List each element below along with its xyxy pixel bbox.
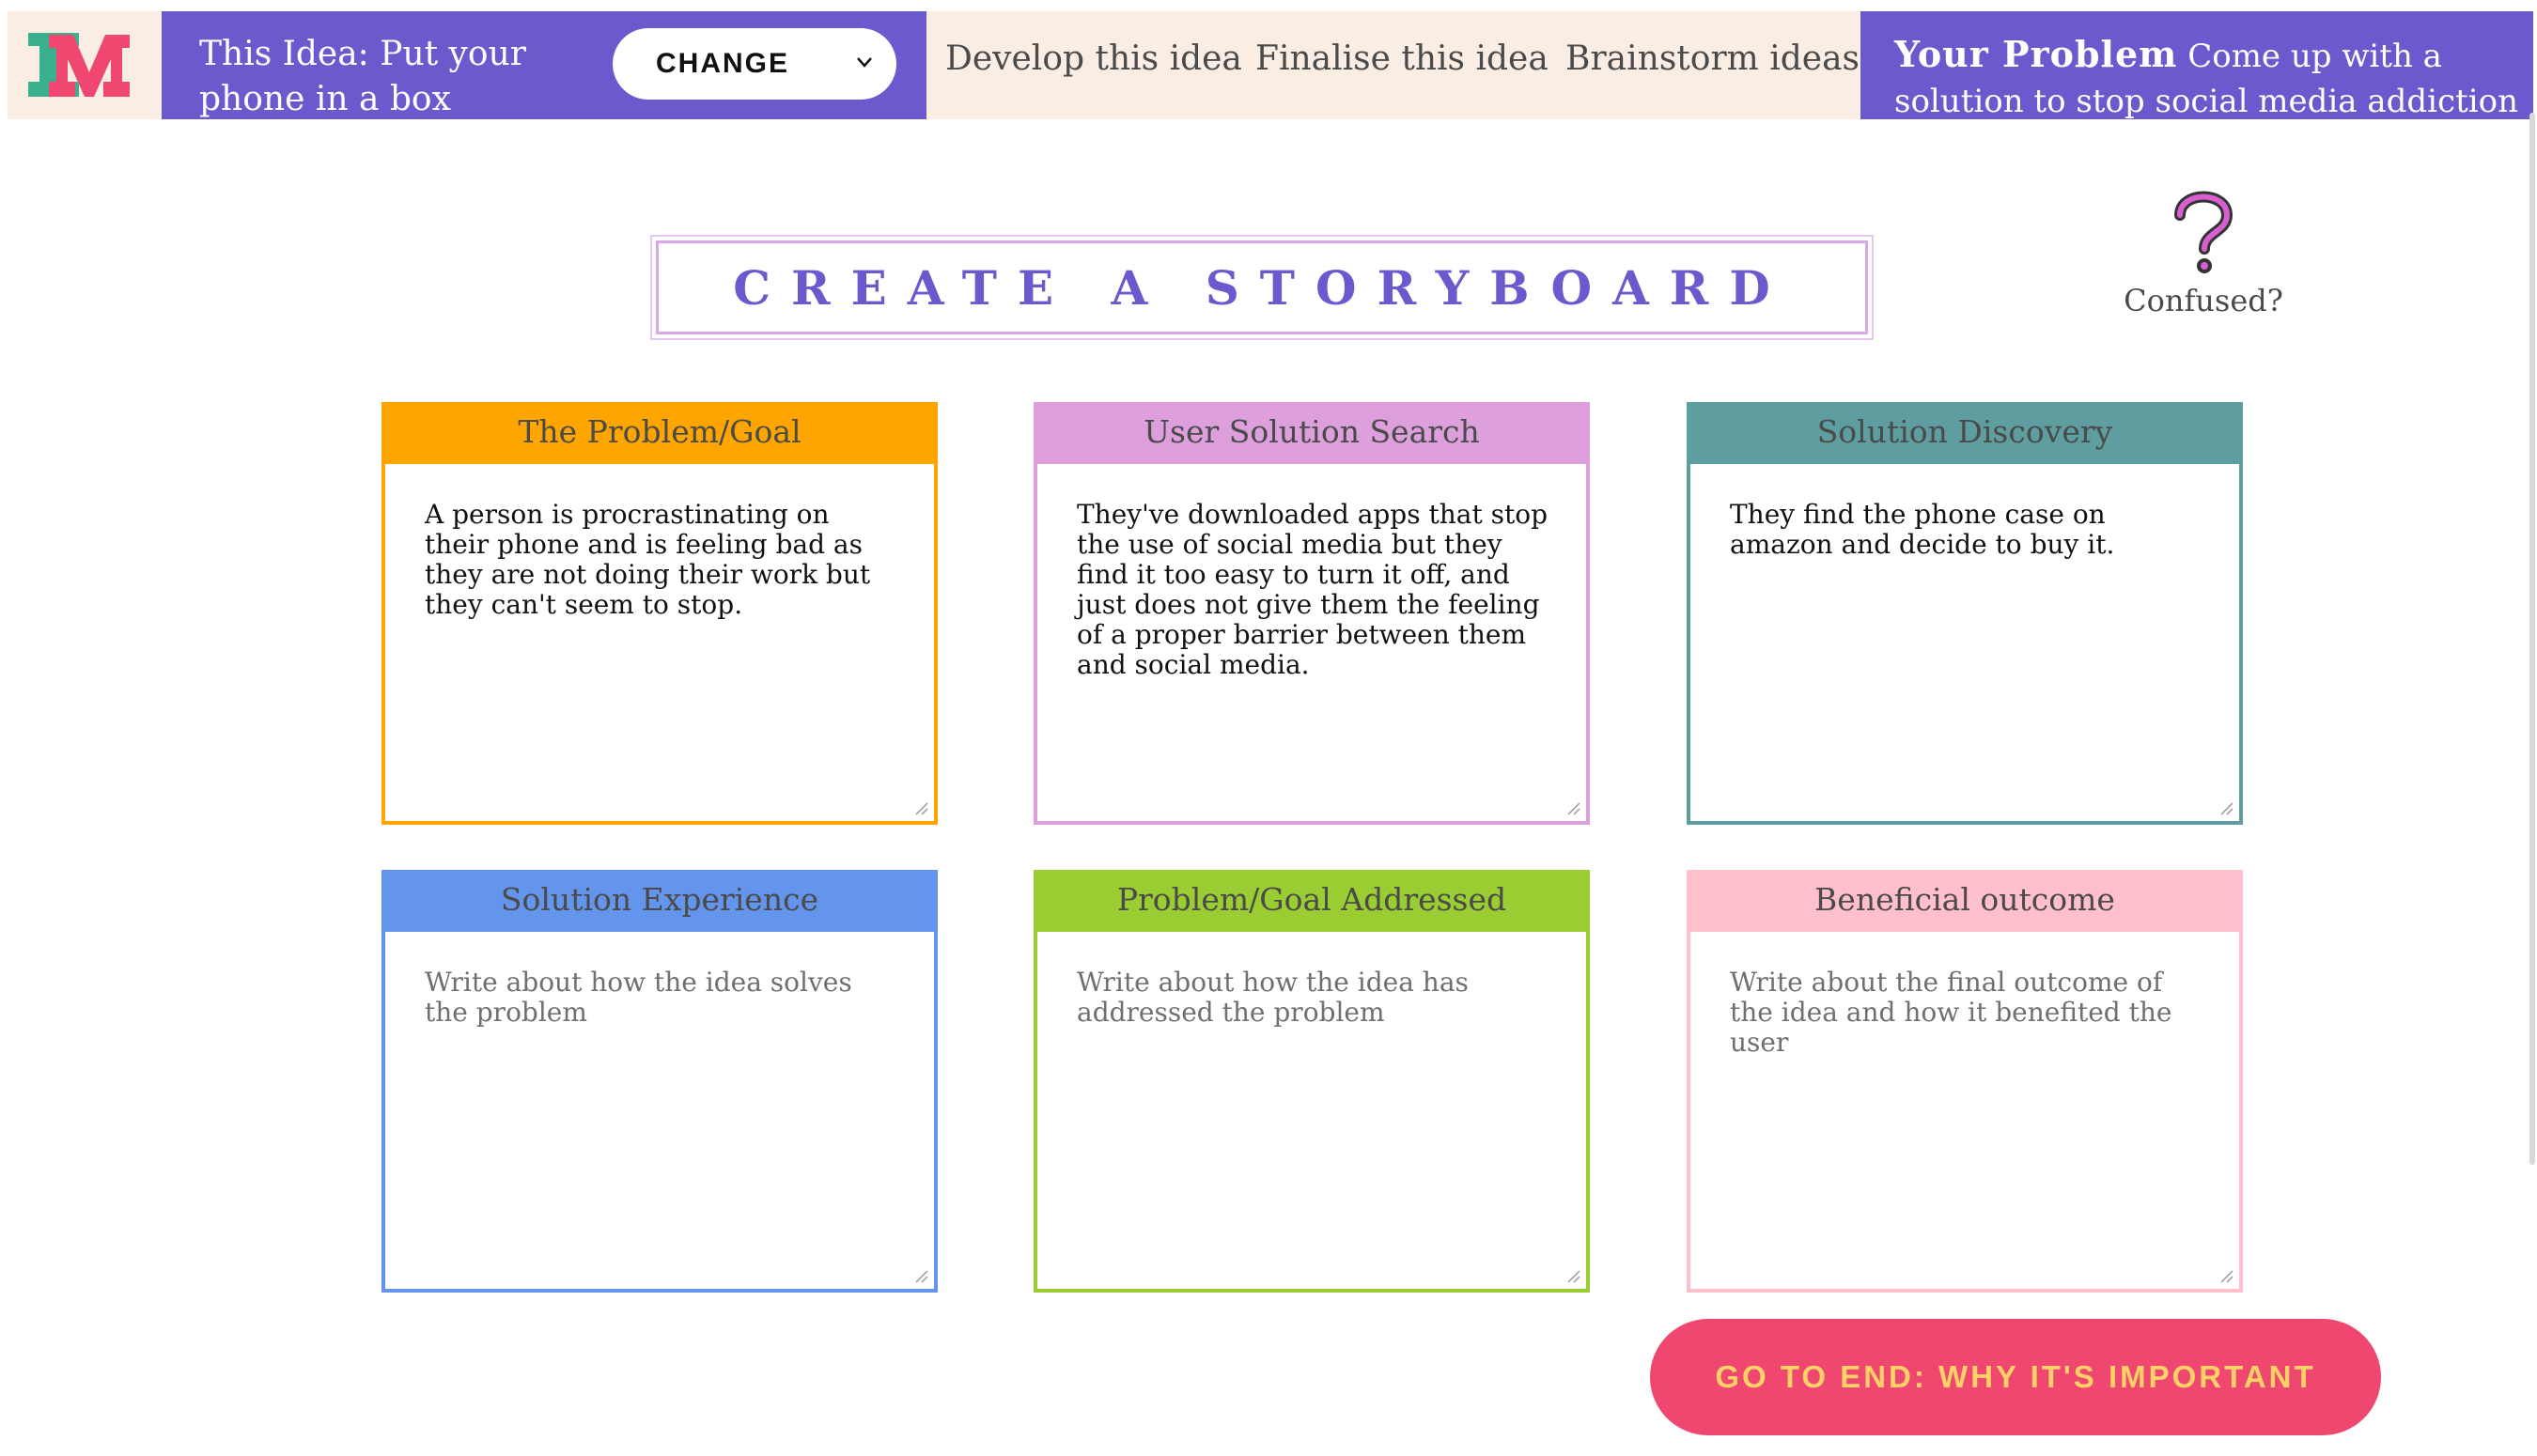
change-idea-label: CHANGE <box>656 48 790 79</box>
card-title: Beneficial outcome <box>1687 870 2243 928</box>
storyboard-card-beneficial-outcome: Beneficial outcome Write about the final… <box>1687 870 2243 1293</box>
nav-finalise-idea[interactable]: Finalise this idea <box>1255 39 1549 78</box>
storyboard-card-solution-experience: Solution Experience Write about how the … <box>381 870 938 1293</box>
card-text: They find the phone case on amazon and d… <box>1730 499 2115 560</box>
card-title: User Solution Search <box>1034 402 1590 460</box>
help-link[interactable]: Confused? <box>2095 183 2311 333</box>
resize-handle-icon[interactable] <box>1565 1268 1580 1283</box>
card-textarea[interactable]: Write about the final outcome of the ide… <box>1687 928 2243 1293</box>
card-placeholder: Write about the final outcome of the ide… <box>1730 967 2172 1058</box>
card-textarea[interactable]: They find the phone case on amazon and d… <box>1687 460 2243 825</box>
top-nav-bar: This Idea: Put your phone in a box CHANG… <box>8 11 2533 120</box>
card-title: Problem/Goal Addressed <box>1034 870 1590 928</box>
storyboard-card-problem-goal-addressed: Problem/Goal Addressed Write about how t… <box>1034 870 1590 1293</box>
current-idea-panel: This Idea: Put your phone in a box CHANG… <box>162 11 926 119</box>
card-textarea[interactable]: Write about how the idea solves the prob… <box>381 928 938 1293</box>
card-title: Solution Experience <box>381 870 938 928</box>
resize-handle-icon[interactable] <box>2218 800 2233 815</box>
nav-develop-idea[interactable]: Develop this idea <box>945 39 1242 78</box>
go-to-end-button[interactable]: GO TO END: WHY IT'S IMPORTANT <box>1650 1319 2381 1435</box>
card-textarea[interactable]: They've downloaded apps that stop the us… <box>1034 460 1590 825</box>
storyboard-card-user-solution-search: User Solution Search They've downloaded … <box>1034 402 1590 825</box>
card-textarea[interactable]: Write about how the idea has addressed t… <box>1034 928 1590 1293</box>
resize-handle-icon[interactable] <box>2218 1268 2233 1283</box>
nav-brainstorm-ideas[interactable]: Brainstorm ideas <box>1565 39 1860 78</box>
card-title: Solution Discovery <box>1687 402 2243 460</box>
your-problem-label: Your Problem <box>1894 33 2178 75</box>
card-title: The Problem/Goal <box>381 402 938 460</box>
your-problem-panel: Your Problem Come up with a solution to … <box>1860 11 2533 120</box>
card-text: They've downloaded apps that stop the us… <box>1077 499 1549 680</box>
current-idea-label: This Idea: Put your phone in a box <box>199 35 526 118</box>
storyboard-title-frame: Create a Storyboard <box>650 235 1874 340</box>
resize-handle-icon[interactable] <box>913 800 928 815</box>
resize-handle-icon[interactable] <box>1565 800 1580 815</box>
card-text: A person is procrastinating on their pho… <box>425 499 871 620</box>
page-title: Create a Storyboard <box>733 259 1791 316</box>
vertical-scrollbar[interactable] <box>2529 113 2535 1165</box>
help-label: Confused? <box>2124 283 2283 318</box>
change-idea-dropdown[interactable]: CHANGE <box>613 28 896 100</box>
question-mark-icon <box>2174 191 2233 273</box>
card-placeholder: Write about how the idea solves the prob… <box>425 967 852 1028</box>
card-textarea[interactable]: A person is procrastinating on their pho… <box>381 460 938 825</box>
card-placeholder: Write about how the idea has addressed t… <box>1077 967 1469 1028</box>
resize-handle-icon[interactable] <box>913 1268 928 1283</box>
logo-icon[interactable] <box>24 25 154 104</box>
chevron-down-icon <box>857 57 872 68</box>
storyboard-card-problem-goal: The Problem/Goal A person is procrastina… <box>381 402 938 825</box>
storyboard-card-solution-discovery: Solution Discovery They find the phone c… <box>1687 402 2243 825</box>
